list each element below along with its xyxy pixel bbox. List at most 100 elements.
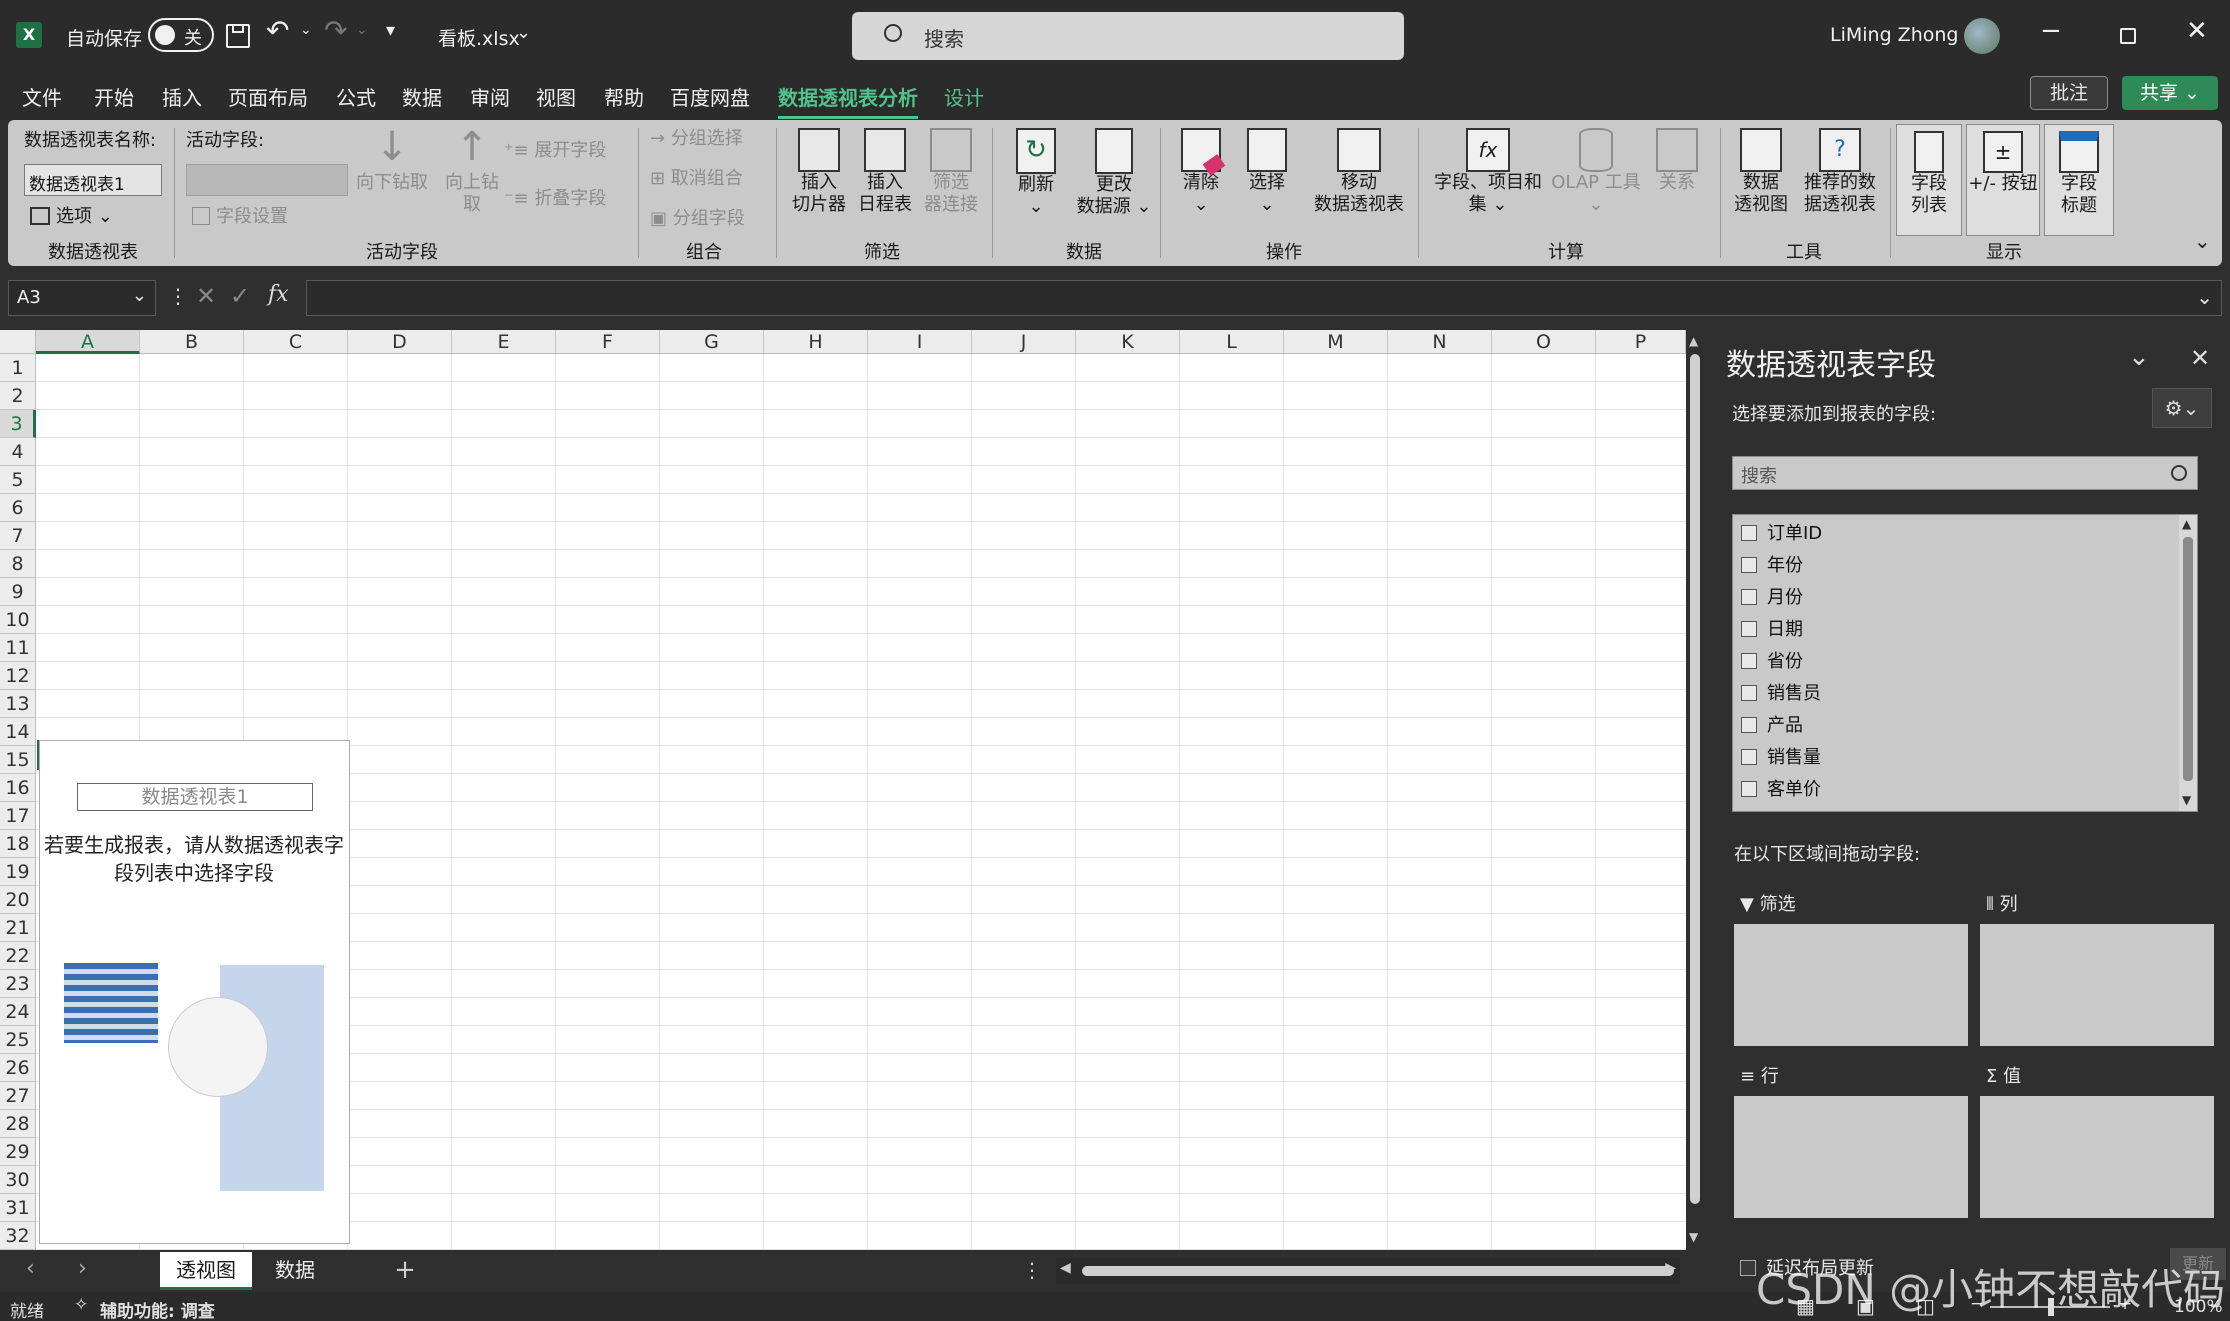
- pane-close-icon[interactable]: ✕: [2190, 344, 2210, 372]
- field-item-salesperson[interactable]: 销售员: [1741, 679, 1821, 709]
- column-header[interactable]: F: [556, 330, 660, 354]
- field-headers-button[interactable]: 字段 标题: [2044, 124, 2114, 236]
- select-button[interactable]: 选择 ⌄: [1238, 128, 1296, 216]
- minimize-icon[interactable]: −: [2040, 16, 2062, 46]
- field-settings-button[interactable]: 字段设置: [192, 206, 288, 228]
- customize-qat-icon[interactable]: ▾: [386, 20, 395, 41]
- field-checkbox[interactable]: [1741, 557, 1757, 573]
- more-options-icon[interactable]: ⋮: [168, 284, 188, 308]
- field-item-province[interactable]: 省份: [1741, 647, 1803, 677]
- ungroup-button[interactable]: ⊞ 取消组合: [650, 168, 743, 190]
- scroll-thumb[interactable]: [1690, 354, 1700, 1204]
- sheet-tab-pivot[interactable]: 透视图: [160, 1252, 252, 1290]
- clear-button[interactable]: 清除 ⌄: [1172, 128, 1230, 216]
- tab-view[interactable]: 视图: [536, 82, 576, 111]
- field-list-button[interactable]: 字段 列表: [1896, 124, 1962, 236]
- user-name[interactable]: LiMing Zhong: [1830, 24, 1958, 46]
- row-header[interactable]: 18: [0, 830, 36, 858]
- change-source-button[interactable]: 更改 数据源 ⌄: [1074, 128, 1154, 218]
- insert-timeline-button[interactable]: 插入 日程表: [854, 128, 916, 216]
- autosave-toggle[interactable]: 关: [148, 18, 214, 52]
- row-header[interactable]: 26: [0, 1054, 36, 1082]
- sheet-tab-data[interactable]: 数据: [262, 1252, 328, 1290]
- active-field-input[interactable]: [186, 164, 348, 196]
- scroll-left-icon[interactable]: ◀: [1060, 1260, 1071, 1276]
- row-header[interactable]: 17: [0, 802, 36, 830]
- row-header[interactable]: 32: [0, 1222, 36, 1250]
- values-drop-area[interactable]: [1980, 1096, 2214, 1218]
- tab-pivottable-analyze[interactable]: 数据透视表分析: [778, 82, 918, 119]
- row-header[interactable]: 27: [0, 1082, 36, 1110]
- refresh-button[interactable]: ↻ 刷新 ⌄: [1004, 128, 1068, 218]
- row-header[interactable]: 23: [0, 970, 36, 998]
- undo-icon[interactable]: ↶: [266, 14, 289, 47]
- row-header[interactable]: 14: [0, 718, 36, 746]
- row-header[interactable]: 20: [0, 886, 36, 914]
- tab-formulas[interactable]: 公式: [336, 82, 376, 111]
- redo-icon[interactable]: ↷: [324, 14, 347, 47]
- accessibility-status[interactable]: 辅助功能: 调查: [100, 1297, 215, 1321]
- tab-review[interactable]: 审阅: [470, 82, 510, 111]
- field-item-month[interactable]: 月份: [1741, 583, 1803, 613]
- rows-drop-area[interactable]: [1734, 1096, 1968, 1218]
- scroll-thumb[interactable]: [1082, 1266, 1674, 1276]
- next-sheet-icon[interactable]: ›: [78, 1256, 87, 1281]
- field-checkbox[interactable]: [1741, 589, 1757, 605]
- redo-dropdown-icon[interactable]: ⌄: [356, 22, 368, 38]
- column-header[interactable]: D: [348, 330, 452, 354]
- column-header[interactable]: B: [140, 330, 244, 354]
- row-header[interactable]: 8: [0, 550, 36, 578]
- row-header[interactable]: 6: [0, 494, 36, 522]
- name-box[interactable]: A3 ⌄: [8, 280, 156, 316]
- tools-button[interactable]: ⚙⌄: [2152, 388, 2212, 428]
- avatar[interactable]: [1964, 18, 2000, 54]
- field-checkbox[interactable]: [1741, 621, 1757, 637]
- row-header[interactable]: 9: [0, 578, 36, 606]
- row-header[interactable]: 31: [0, 1194, 36, 1222]
- restore-icon[interactable]: [2120, 28, 2136, 44]
- field-checkbox[interactable]: [1741, 781, 1757, 797]
- tab-home[interactable]: 开始: [94, 82, 134, 111]
- column-header[interactable]: A: [36, 330, 140, 354]
- pivottable-placeholder[interactable]: 数据透视表1 若要生成报表，请从数据透视表字段列表中选择字段: [39, 740, 350, 1244]
- tab-page-layout[interactable]: 页面布局: [228, 82, 308, 111]
- column-header[interactable]: I: [868, 330, 972, 354]
- row-header[interactable]: 4: [0, 438, 36, 466]
- row-header[interactable]: 11: [0, 634, 36, 662]
- field-checkbox[interactable]: [1741, 717, 1757, 733]
- cancel-icon[interactable]: ✕: [196, 282, 216, 310]
- drill-down-button[interactable]: ↓ 向下钻取: [352, 122, 432, 194]
- accessibility-icon[interactable]: ✧: [74, 1295, 88, 1315]
- row-header[interactable]: 15: [0, 746, 36, 774]
- field-checkbox[interactable]: [1741, 525, 1757, 541]
- scroll-down-icon[interactable]: ▼: [2182, 793, 2191, 807]
- tab-file[interactable]: 文件: [22, 82, 62, 111]
- field-search-input[interactable]: 搜索: [1732, 456, 2198, 490]
- file-name[interactable]: 看板.xlsx: [438, 24, 520, 51]
- tab-help[interactable]: 帮助: [604, 82, 644, 111]
- column-header[interactable]: H: [764, 330, 868, 354]
- plus-minus-buttons-button[interactable]: ± +/- 按钮: [1966, 124, 2040, 236]
- pane-options-dropdown-icon[interactable]: ⌄: [2128, 342, 2150, 372]
- filters-drop-area[interactable]: [1734, 924, 1968, 1046]
- row-header[interactable]: 16: [0, 774, 36, 802]
- worksheet-grid[interactable]: ABCDEFGHIJKLMNOP 1 2 3 4 5 6 7 8 9 10 11 12 13 14 15 16…: [0, 330, 1686, 1250]
- expand-formula-icon[interactable]: ⌄: [2196, 285, 2213, 309]
- expand-field-button[interactable]: ⁺≡ 展开字段: [504, 140, 606, 162]
- row-header[interactable]: 5: [0, 466, 36, 494]
- recommended-pivottables-button[interactable]: ? 推荐的数 据透视表: [1798, 128, 1882, 216]
- column-header[interactable]: N: [1388, 330, 1492, 354]
- fields-items-sets-button[interactable]: fx 字段、项目和 集 ⌄: [1428, 128, 1548, 216]
- row-header[interactable]: 30: [0, 1166, 36, 1194]
- row-header[interactable]: 25: [0, 1026, 36, 1054]
- close-icon[interactable]: ✕: [2186, 16, 2208, 46]
- move-pivottable-button[interactable]: 移动 数据透视表: [1304, 128, 1414, 216]
- column-header[interactable]: K: [1076, 330, 1180, 354]
- row-header[interactable]: 28: [0, 1110, 36, 1138]
- tab-data[interactable]: 数据: [402, 82, 442, 111]
- row-header[interactable]: 22: [0, 942, 36, 970]
- insert-slicer-button[interactable]: 插入 切片器: [788, 128, 850, 216]
- options-button[interactable]: 选项 ⌄: [30, 206, 113, 228]
- field-item-sales-volume[interactable]: 销售量: [1741, 743, 1821, 773]
- column-header[interactable]: E: [452, 330, 556, 354]
